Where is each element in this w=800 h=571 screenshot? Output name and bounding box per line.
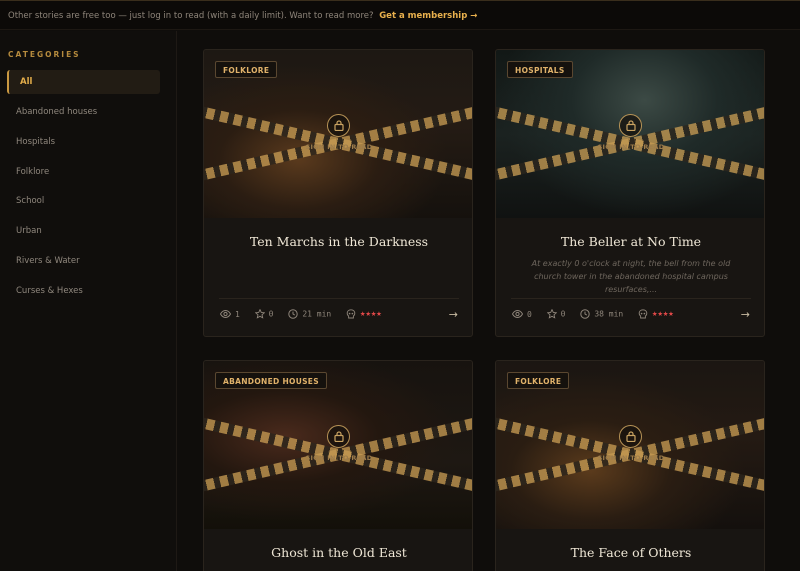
category-sidebar: CATEGORIES All Abandoned houses Hospital… [0,31,177,571]
story-cover-image: HOSPITALS SIGN IN TO READ [496,50,764,218]
clock-icon [288,309,299,319]
sidebar-item-rivers-water[interactable]: Rivers & Water [7,249,160,273]
category-badge: FOLKLORE [507,372,570,389]
views-count: 0 [527,309,532,319]
fear-rating: ★★★★ [360,309,382,319]
sign-in-to-read-link[interactable]: SIGN IN TO READ [496,143,764,151]
sign-in-to-read-link[interactable]: SIGN IN TO READ [204,454,472,462]
story-card[interactable]: ABANDONED HOUSES SIGN IN TO READ Ghost i… [203,360,473,571]
sign-in-to-read-link[interactable]: SIGN IN TO READ [204,143,472,151]
sign-in-to-read-link[interactable]: SIGN IN TO READ [496,454,764,462]
membership-banner: Other stories are free too — just log in… [0,0,800,30]
sidebar-item-abandoned-houses[interactable]: Abandoned houses [7,100,160,124]
story-cover-image: ABANDONED HOUSES SIGN IN TO READ [204,361,472,529]
story-card[interactable]: FOLKLORE SIGN IN TO READ Ten Marchs in t… [203,49,473,337]
sidebar-item-urban[interactable]: Urban [7,219,160,243]
divider [219,298,459,299]
story-description: At exactly 0 o'clock at night, the bell … [531,259,731,294]
lock-icon [327,114,350,137]
eye-icon [220,310,231,318]
favorites-count: 0 [560,309,566,319]
banner-text: Other stories are free too — just log in… [8,11,374,21]
story-card[interactable]: FOLKLORE SIGN IN TO READ The Face of Oth… [495,360,765,571]
story-meta: 0 0 38 min ★★★★ [512,309,684,319]
story-cover-image: FOLKLORE SIGN IN TO READ [496,361,764,529]
lock-icon [327,425,350,448]
favorites-count: 0 [268,309,274,319]
eye-icon [512,310,523,318]
category-badge: FOLKLORE [215,61,278,78]
sidebar-item-curses-hexes[interactable]: Curses & Hexes [7,279,160,303]
story-title[interactable]: Ten Marchs in the Darkness [204,234,472,249]
story-title[interactable]: Ghost in the Old East [204,545,472,560]
lock-icon [619,425,642,448]
sidebar-item-all[interactable]: All [7,70,160,94]
sidebar-item-hospitals[interactable]: Hospitals [7,130,160,154]
story-cover-image: FOLKLORE SIGN IN TO READ [204,50,472,218]
read-time: 21 min [302,309,332,319]
skull-icon [638,309,648,319]
lock-icon [619,114,642,137]
arrow-right-icon[interactable]: → [741,308,750,321]
fear-rating: ★★★★ [652,309,674,319]
story-title[interactable]: The Face of Others [496,545,764,560]
views-count: 1 [235,309,240,319]
category-badge: HOSPITALS [507,61,573,78]
skull-icon [346,309,356,319]
category-badge: ABANDONED HOUSES [215,372,327,389]
divider [511,298,751,299]
read-time: 38 min [594,309,624,319]
get-membership-link[interactable]: Get a membership → [379,11,477,21]
arrow-right-icon[interactable]: → [449,308,458,321]
star-icon [546,309,557,319]
categories-heading: CATEGORIES [8,50,81,59]
sidebar-item-school[interactable]: School [7,189,160,213]
story-card[interactable]: HOSPITALS SIGN IN TO READ The Beller at … [495,49,765,337]
star-icon [254,309,265,319]
sidebar-item-folklore[interactable]: Folklore [7,160,160,184]
clock-icon [580,309,591,319]
story-title[interactable]: The Beller at No Time [496,234,764,249]
story-meta: 1 0 21 min ★★★★ [220,309,392,319]
